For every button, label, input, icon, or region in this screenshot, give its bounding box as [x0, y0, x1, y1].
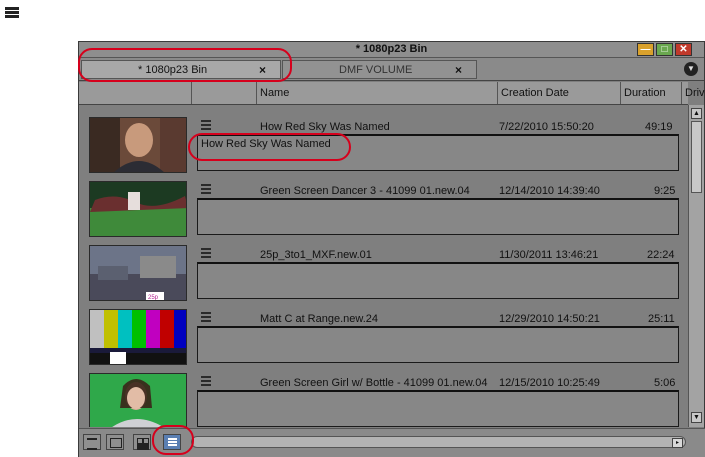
thumbnail-text: 25p [148, 295, 159, 301]
frame-view-button[interactable] [133, 434, 151, 450]
column-creation-date[interactable]: Creation Date [498, 82, 621, 104]
clip-date: 12/29/2010 14:50:21 [499, 313, 600, 325]
clip-name: Matt C at Range.new.24 [260, 313, 379, 325]
clip-row[interactable]: Green Screen Dancer 3 - 41099 01.new.04 … [79, 181, 688, 245]
brief-view-icon [87, 438, 97, 450]
clip-name: How Red Sky Was Named [260, 121, 390, 133]
script-view-icon [168, 438, 177, 440]
maximize-button[interactable]: □ [656, 43, 673, 56]
clip-icon [200, 312, 212, 322]
tab-label: DMF VOLUME [339, 64, 413, 76]
text-view-button[interactable] [106, 434, 124, 450]
clip-name: Green Screen Dancer 3 - 41099 01.new.04 [260, 185, 470, 197]
clip-date: 12/15/2010 10:25:49 [499, 377, 600, 389]
clip-duration: 22:24 [647, 249, 675, 261]
clip-duration: 49:19 [645, 121, 673, 133]
clip-script-note[interactable]: How Red Sky Was Named [197, 134, 679, 171]
clip-script-note[interactable] [197, 198, 679, 235]
tab-label: * 1080p23 Bin [138, 64, 208, 76]
close-window-button[interactable]: ✕ [675, 43, 692, 56]
column-header: Name Creation Date Duration Drive [79, 82, 705, 105]
tab-menu-icon[interactable]: ▼ [684, 62, 698, 76]
clip-duration: 5:06 [654, 377, 676, 389]
clip-thumbnail[interactable]: 25p [89, 245, 187, 301]
script-view-icon [4, 6, 20, 20]
script-view-button[interactable] [163, 434, 181, 450]
scroll-down-icon[interactable]: ▼ [691, 412, 702, 423]
tab-1080p23-bin[interactable]: * 1080p23 Bin × [81, 60, 281, 79]
bin-window: * 1080p23 Bin — □ ✕ * 1080p23 Bin × DMF … [78, 41, 705, 457]
vertical-scrollbar[interactable]: ▲ ▼ [688, 105, 704, 427]
scroll-up-icon[interactable]: ▲ [691, 108, 702, 119]
frame-view-icon [137, 438, 143, 444]
clip-thumbnail[interactable] [89, 117, 187, 173]
clip-icon [200, 248, 212, 258]
brief-view-button[interactable] [83, 434, 101, 450]
clip-row[interactable]: 25p 25p_3to1_MXF.new.01 11/30/2011 13:46… [79, 245, 688, 309]
scroll-thumb[interactable] [691, 121, 702, 193]
clip-thumbnail[interactable] [89, 181, 187, 237]
text-view-icon [110, 438, 122, 448]
bin-bottom-bar: ▸ [79, 428, 705, 457]
horizontal-scrollbar[interactable]: ▸ [191, 436, 686, 448]
clip-name: 25p_3to1_MXF.new.01 [260, 249, 372, 261]
clip-thumbnail[interactable] [89, 373, 187, 427]
minimize-button[interactable]: — [637, 43, 654, 56]
column-name[interactable]: Name [257, 82, 498, 104]
clip-row[interactable]: Green Screen Girl w/ Bottle - 41099 01.n… [79, 373, 688, 427]
tab-close-icon[interactable]: × [259, 61, 266, 80]
column-duration[interactable]: Duration [621, 82, 682, 104]
clip-thumbnail[interactable] [89, 309, 187, 365]
window-title: * 1080p23 Bin [79, 42, 704, 58]
icon-column-header[interactable] [192, 82, 257, 104]
clip-date: 11/30/2011 13:46:21 [499, 249, 599, 261]
clip-icon [200, 184, 212, 194]
tab-dmf-volume[interactable]: DMF VOLUME × [282, 60, 477, 79]
column-drive[interactable]: Drive [682, 82, 705, 104]
maximize-icon: □ [661, 44, 668, 55]
clip-row[interactable]: How Red Sky Was Named 7/22/2010 15:50:20… [79, 117, 688, 181]
minimize-icon: — [640, 44, 651, 55]
clip-date: 7/22/2010 15:50:20 [499, 121, 594, 133]
tab-close-icon[interactable]: × [455, 61, 462, 80]
clip-duration: 25:11 [648, 313, 675, 325]
clip-duration: 9:25 [654, 185, 676, 197]
thumb-column-header[interactable] [79, 82, 192, 104]
clip-row[interactable]: Matt C at Range.new.24 12/29/2010 14:50:… [79, 309, 688, 373]
scroll-right-icon[interactable]: ▸ [672, 438, 683, 448]
clip-list: How Red Sky Was Named 7/22/2010 15:50:20… [79, 105, 688, 427]
close-icon: ✕ [679, 44, 688, 55]
clip-script-note[interactable] [197, 326, 679, 363]
clip-icon [200, 120, 212, 130]
clip-date: 12/14/2010 14:39:40 [499, 185, 600, 197]
clip-script-note[interactable] [197, 390, 679, 427]
clip-script-note[interactable] [197, 262, 679, 299]
clip-name: Green Screen Girl w/ Bottle - 41099 01.n… [260, 377, 488, 389]
clip-icon [200, 376, 212, 386]
tab-bar: * 1080p23 Bin × DMF VOLUME × ▼ [79, 58, 704, 81]
